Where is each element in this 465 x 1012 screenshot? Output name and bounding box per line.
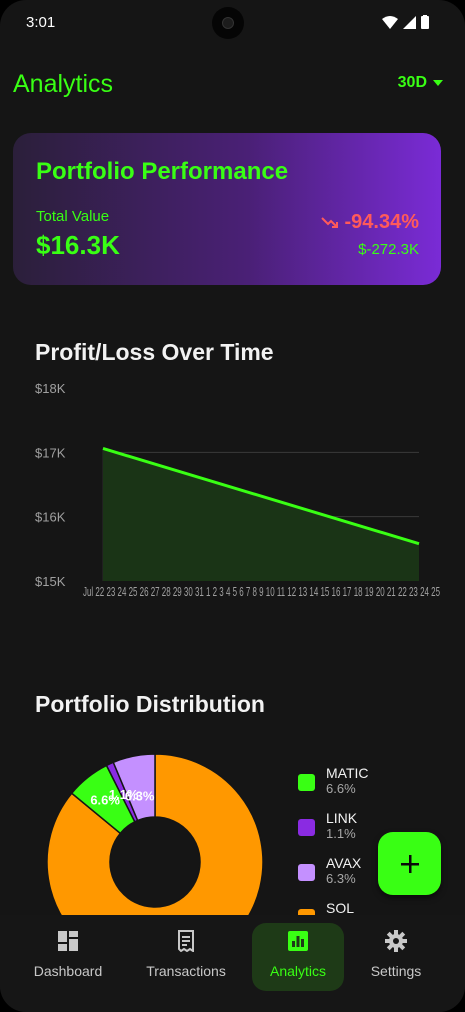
nav-label: Settings — [370, 963, 422, 979]
legend-name: SOL — [326, 900, 355, 916]
profit-loss-chart: $18K $17K $16K $15K Jul 22 23 24 25 26 27 28… — [35, 381, 440, 599]
legend-swatch — [298, 819, 315, 836]
area-fill — [103, 448, 419, 581]
trending-down-icon — [320, 216, 338, 228]
nav-label: Dashboard — [33, 963, 103, 979]
status-bar: 3:01 — [0, 0, 465, 46]
legend-item-matic: MATIC 6.6% — [298, 765, 418, 810]
legend-name: LINK — [326, 810, 358, 826]
receipt-icon — [178, 930, 194, 952]
nav-label: Transactions — [146, 963, 226, 979]
slice-label: 6.3% — [125, 789, 155, 804]
legend-name: MATIC — [326, 765, 369, 781]
chevron-down-icon — [433, 80, 443, 86]
distribution-donut-chart: 85.9%6.6%1.1%6.3% — [46, 753, 264, 920]
distribution-section-title: Portfolio Distribution — [35, 691, 265, 717]
period-label: 30D — [397, 74, 427, 91]
legend-percent: 6.6% — [326, 781, 356, 796]
page-title: Analytics — [13, 70, 114, 98]
change-amount: $-272.3K — [358, 241, 419, 258]
portfolio-performance-card: Portfolio Performance Total Value $16.3K… — [13, 133, 441, 285]
phone-screen: 3:01 Analytics 30D Portfolio Performance… — [0, 0, 465, 1012]
status-icons — [382, 15, 429, 29]
y-tick-label: $16K — [35, 510, 66, 525]
y-tick-label: $18K — [35, 381, 66, 396]
app-header: Analytics 30D — [0, 62, 465, 110]
y-tick-label: $15K — [35, 574, 66, 589]
period-selector[interactable]: 30D — [398, 74, 443, 92]
x-tick-labels: Jul 22 23 24 25 26 27 28 29 30 31 1 2 3 … — [83, 584, 440, 599]
legend-percent: 6.3% — [326, 871, 356, 886]
change-percent-row: -94.34% — [320, 211, 420, 234]
plus-icon — [400, 854, 419, 873]
card-title: Portfolio Performance — [36, 158, 289, 185]
nav-analytics[interactable]: Analytics — [252, 923, 344, 991]
battery-icon — [421, 15, 429, 29]
wifi-icon — [382, 15, 398, 29]
dashboard-icon — [58, 931, 78, 951]
signal-icon — [403, 15, 416, 29]
gear-icon — [385, 930, 407, 952]
legend-swatch — [298, 774, 315, 791]
legend-swatch — [298, 864, 315, 881]
analytics-icon — [288, 931, 308, 951]
add-transaction-button[interactable] — [378, 832, 441, 895]
pl-section-title: Profit/Loss Over Time — [35, 339, 274, 365]
total-value: $16.3K — [36, 230, 120, 260]
status-time: 3:01 — [26, 14, 56, 31]
nav-label: Analytics — [269, 963, 327, 979]
bottom-navigation: Dashboard Transactions Analytics Setting… — [0, 915, 465, 1012]
camera-cutout — [212, 7, 244, 39]
legend-percent: 1.1% — [326, 826, 356, 841]
legend-name: AVAX — [326, 855, 362, 871]
nav-settings[interactable]: Settings — [350, 923, 442, 991]
change-percent: -94.34% — [344, 211, 420, 233]
nav-transactions[interactable]: Transactions — [140, 923, 232, 991]
total-value-label: Total Value — [36, 208, 110, 225]
nav-dashboard[interactable]: Dashboard — [22, 923, 114, 991]
y-tick-label: $17K — [35, 445, 66, 460]
